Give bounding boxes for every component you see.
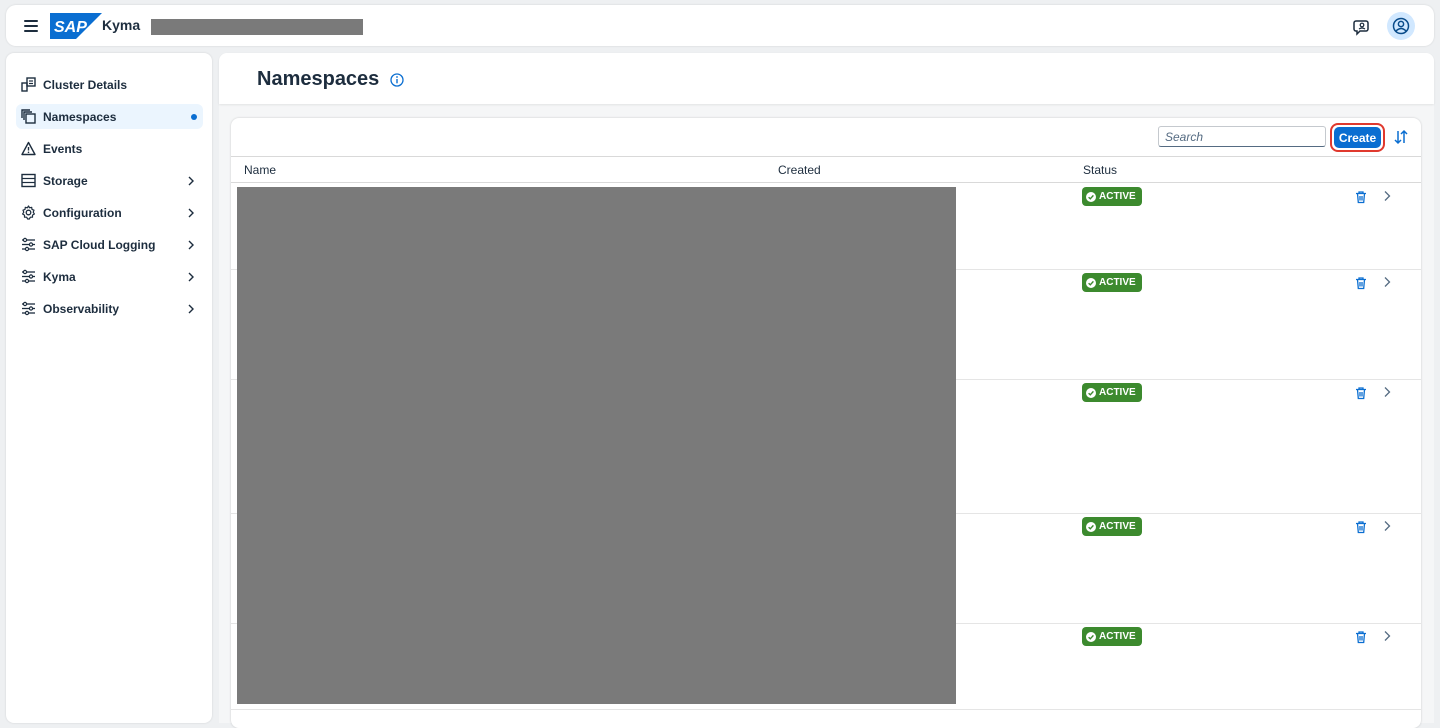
page-title: Namespaces bbox=[257, 68, 380, 90]
status-text: ACTIVE bbox=[1099, 191, 1136, 202]
selected-indicator bbox=[191, 113, 197, 120]
check-circle-icon bbox=[1086, 631, 1096, 642]
delete-icon[interactable] bbox=[1354, 520, 1368, 534]
chevron-right-icon[interactable] bbox=[1382, 276, 1392, 288]
sidebar-item-events[interactable]: Events bbox=[16, 136, 203, 161]
namespaces-table: Create Name Created Status ACTIVE ACTIVE bbox=[231, 118, 1421, 728]
status-badge: ACTIVE bbox=[1082, 273, 1142, 292]
status-text: ACTIVE bbox=[1099, 277, 1136, 288]
sidebar-item-storage[interactable]: Storage bbox=[16, 168, 203, 193]
storage-icon bbox=[20, 173, 36, 189]
delete-icon[interactable] bbox=[1354, 386, 1368, 400]
filter-sliders-icon bbox=[20, 269, 36, 285]
chevron-right-icon bbox=[187, 176, 197, 186]
column-header-status[interactable]: Status bbox=[1083, 163, 1117, 177]
sidebar-item-cluster-details[interactable]: Cluster Details bbox=[16, 72, 203, 97]
filter-sliders-icon bbox=[20, 301, 36, 317]
main-content: Namespaces Create Name Created Status bbox=[219, 53, 1434, 728]
user-avatar-icon bbox=[1392, 17, 1410, 35]
page-header: Namespaces bbox=[219, 53, 1434, 104]
column-header-name[interactable]: Name bbox=[244, 163, 276, 177]
table-toolbar: Create bbox=[231, 118, 1421, 157]
chevron-right-icon bbox=[187, 272, 197, 282]
product-name: Kyma bbox=[102, 17, 141, 33]
status-text: ACTIVE bbox=[1099, 387, 1136, 398]
redacted-name-created-region bbox=[237, 187, 956, 704]
delete-icon[interactable] bbox=[1354, 276, 1368, 290]
sidebar-item-kyma[interactable]: Kyma bbox=[16, 264, 203, 289]
feedback-icon[interactable] bbox=[1351, 15, 1373, 37]
sap-logo-text: SAP bbox=[54, 19, 87, 36]
check-circle-icon bbox=[1086, 277, 1096, 288]
sidebar-item-observability[interactable]: Observability bbox=[16, 296, 203, 321]
status-badge: ACTIVE bbox=[1082, 517, 1142, 536]
chevron-right-icon[interactable] bbox=[1382, 520, 1392, 532]
shell-bar: SAP Kyma bbox=[6, 5, 1434, 46]
sidebar-item-sap-cloud-logging[interactable]: SAP Cloud Logging bbox=[16, 232, 203, 257]
chevron-right-icon[interactable] bbox=[1382, 190, 1392, 202]
gear-icon bbox=[20, 205, 36, 221]
filter-sliders-icon bbox=[20, 237, 36, 253]
status-text: ACTIVE bbox=[1099, 631, 1136, 642]
sidebar-item-label: Events bbox=[43, 141, 83, 156]
cluster-details-icon bbox=[20, 77, 36, 93]
sidebar-item-label: Cluster Details bbox=[43, 77, 128, 92]
chevron-right-icon[interactable] bbox=[1382, 630, 1392, 642]
chevron-right-icon bbox=[187, 304, 197, 314]
status-badge: ACTIVE bbox=[1082, 187, 1142, 206]
user-avatar[interactable] bbox=[1387, 12, 1415, 40]
status-badge: ACTIVE bbox=[1082, 627, 1142, 646]
check-circle-icon bbox=[1086, 191, 1096, 202]
status-text: ACTIVE bbox=[1099, 521, 1136, 532]
column-header-created[interactable]: Created bbox=[778, 163, 821, 177]
sort-icon[interactable] bbox=[1393, 129, 1409, 145]
search-input[interactable] bbox=[1158, 126, 1326, 147]
check-circle-icon bbox=[1086, 387, 1096, 398]
delete-icon[interactable] bbox=[1354, 190, 1368, 204]
chevron-right-icon bbox=[187, 208, 197, 218]
sidebar-item-label: Namespaces bbox=[43, 109, 117, 124]
sap-logo[interactable]: SAP bbox=[50, 13, 102, 39]
create-button[interactable]: Create bbox=[1334, 127, 1381, 148]
table-header: Name Created Status bbox=[231, 157, 1421, 183]
cluster-name-redacted bbox=[151, 19, 363, 35]
sidebar-item-label: Configuration bbox=[43, 205, 122, 220]
warning-icon bbox=[20, 141, 36, 157]
sidebar-item-label: Storage bbox=[43, 173, 88, 188]
menu-icon[interactable] bbox=[24, 17, 38, 34]
check-circle-icon bbox=[1086, 521, 1096, 532]
chevron-right-icon[interactable] bbox=[1382, 386, 1392, 398]
sidebar-item-configuration[interactable]: Configuration bbox=[16, 200, 203, 225]
sidebar-item-label: Observability bbox=[43, 301, 120, 316]
sidebar-item-namespaces[interactable]: Namespaces bbox=[16, 104, 203, 129]
status-badge: ACTIVE bbox=[1082, 383, 1142, 402]
chevron-right-icon bbox=[187, 240, 197, 250]
sidebar-item-label: SAP Cloud Logging bbox=[43, 237, 156, 252]
delete-icon[interactable] bbox=[1354, 630, 1368, 644]
namespaces-icon bbox=[20, 109, 36, 125]
sidebar-item-label: Kyma bbox=[43, 269, 76, 284]
info-icon[interactable] bbox=[390, 73, 404, 87]
side-navigation: Cluster Details Namespaces Events Storag… bbox=[6, 53, 212, 723]
